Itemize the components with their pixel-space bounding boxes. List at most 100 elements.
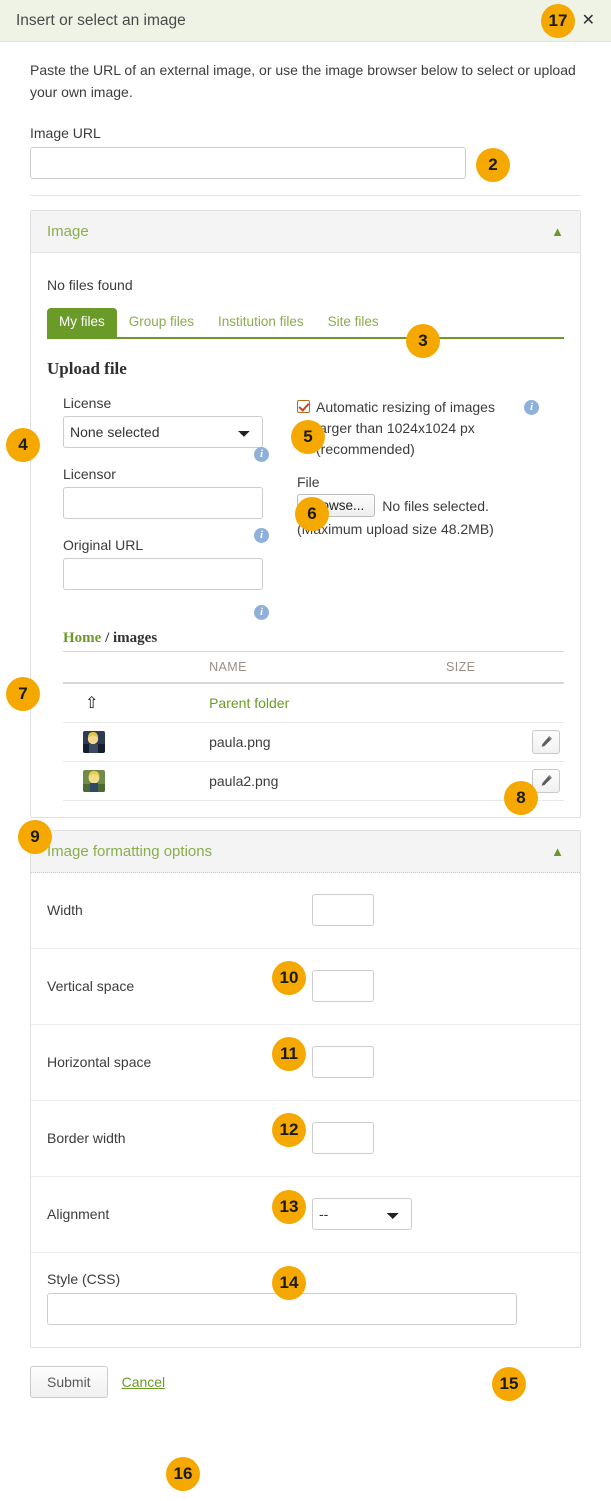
tab-site-files[interactable]: Site files [316, 308, 391, 337]
file-name-cell[interactable]: paula.png [205, 722, 442, 761]
width-label: Width [47, 902, 312, 918]
chevron-up-icon[interactable]: ▲ [551, 845, 564, 858]
column-header-icon [63, 652, 205, 684]
pencil-icon[interactable] [532, 769, 560, 793]
annotation-marker-2: 2 [476, 148, 510, 182]
upload-right-column: Automatic resizing of images larger than… [293, 395, 564, 608]
alignment-select[interactable]: -- [312, 1198, 412, 1230]
image-panel-title: Image [47, 223, 89, 240]
annotation-marker-3: 3 [406, 324, 440, 358]
parent-folder-name-cell: Parent folder [205, 683, 442, 722]
alignment-field-row: Alignment -- [31, 1177, 580, 1253]
column-header-name: NAME [205, 652, 442, 684]
annotation-marker-8: 8 [504, 781, 538, 815]
no-file-selected-text: No files selected. [382, 498, 489, 514]
tab-group-files[interactable]: Group files [117, 308, 206, 337]
horizontal-space-input[interactable] [312, 1046, 374, 1078]
file-name-cell[interactable]: paula2.png [205, 761, 442, 800]
vertical-space-field-row: Vertical space [31, 949, 580, 1025]
vertical-space-input[interactable] [312, 970, 374, 1002]
license-label: License [63, 395, 293, 411]
upload-file-heading: Upload file [47, 359, 564, 379]
intro-text: Paste the URL of an external image, or u… [30, 60, 581, 103]
submit-button[interactable]: Submit [30, 1366, 108, 1398]
modal-body: Paste the URL of an external image, or u… [0, 42, 611, 1348]
style-css-field: Style (CSS) [31, 1253, 580, 1347]
up-arrow-icon[interactable]: ⇧ [67, 693, 98, 713]
info-icon[interactable]: i [524, 400, 539, 415]
annotation-marker-14: 14 [272, 1266, 306, 1300]
parent-folder-actions-cell [528, 683, 564, 722]
border-width-field-row: Border width [31, 1101, 580, 1177]
auto-resize-checkbox[interactable] [297, 400, 310, 413]
file-upload-field: File Browse... No files selected. (Maxim… [297, 474, 564, 537]
column-header-actions [528, 652, 564, 684]
max-upload-size-text: (Maximum upload size 48.2MB) [297, 521, 564, 537]
modal-header: Insert or select an image ✕ [0, 0, 611, 42]
image-thumbnail[interactable] [83, 770, 105, 792]
no-files-message: No files found [47, 277, 564, 293]
table-header-row: NAME SIZE [63, 652, 564, 684]
image-panel-header[interactable]: Image ▲ [31, 211, 580, 253]
breadcrumb-home-link[interactable]: Home [63, 630, 101, 646]
width-field-row: Width [31, 873, 580, 949]
table-row[interactable]: ⇧ Parent folder [63, 683, 564, 722]
tab-institution-files[interactable]: Institution files [206, 308, 316, 337]
annotation-marker-12: 12 [272, 1113, 306, 1147]
breadcrumb-current: images [113, 630, 157, 646]
annotation-marker-13: 13 [272, 1190, 306, 1224]
horizontal-space-field-row: Horizontal space [31, 1025, 580, 1101]
file-table: NAME SIZE ⇧ Parent folder [63, 651, 564, 801]
original-url-input[interactable] [63, 558, 263, 590]
annotation-marker-4: 4 [6, 428, 40, 462]
browse-row: Browse... No files selected. [297, 494, 564, 517]
annotation-marker-11: 11 [272, 1037, 306, 1071]
table-row[interactable]: paula.png [63, 722, 564, 761]
info-icon[interactable]: i [254, 605, 269, 620]
file-actions-cell [528, 722, 564, 761]
breadcrumb-separator: / [101, 630, 113, 646]
file-size-cell [442, 722, 528, 761]
chevron-up-icon[interactable]: ▲ [551, 225, 564, 238]
auto-resize-field: Automatic resizing of images larger than… [297, 397, 564, 460]
divider [30, 195, 581, 196]
original-url-field: Original URL [63, 537, 293, 590]
image-panel-body: No files found My files Group files Inst… [31, 253, 580, 817]
file-source-tabs: My files Group files Institution files S… [47, 309, 564, 339]
image-thumbnail[interactable] [83, 731, 105, 753]
image-url-input[interactable] [30, 147, 466, 179]
border-width-input[interactable] [312, 1122, 374, 1154]
annotation-marker-6: 6 [295, 497, 329, 531]
parent-folder-icon-cell: ⇧ [63, 683, 205, 722]
breadcrumb: Home / images [63, 630, 564, 647]
licensor-field: Licensor [63, 466, 293, 519]
page-title: Insert or select an image [16, 12, 186, 30]
cancel-link[interactable]: Cancel [122, 1374, 166, 1390]
licensor-label: Licensor [63, 466, 293, 482]
formatting-panel-title: Image formatting options [47, 843, 212, 860]
license-field: License None selected [63, 395, 293, 448]
annotation-marker-17: 17 [541, 4, 575, 38]
license-select[interactable]: None selected [63, 416, 263, 448]
pencil-icon[interactable] [532, 730, 560, 754]
parent-folder-link[interactable]: Parent folder [209, 695, 289, 711]
licensor-input[interactable] [63, 487, 263, 519]
annotation-marker-5: 5 [291, 420, 325, 454]
upload-left-column: License None selected Licensor Original … [47, 395, 293, 608]
annotation-marker-7: 7 [6, 677, 40, 711]
formatting-panel: Image formatting options ▲ Width Vertica… [30, 830, 581, 1348]
parent-folder-size-cell [442, 683, 528, 722]
width-input[interactable] [312, 894, 374, 926]
close-icon[interactable]: ✕ [578, 11, 599, 31]
annotation-marker-10: 10 [272, 961, 306, 995]
annotation-marker-15: 15 [492, 1367, 526, 1401]
formatting-panel-body: Width Vertical space Horizontal space Bo… [31, 873, 580, 1347]
formatting-panel-header[interactable]: Image formatting options ▲ [31, 831, 580, 873]
auto-resize-label: Automatic resizing of images larger than… [316, 397, 516, 460]
table-row[interactable]: paula2.png [63, 761, 564, 800]
tab-my-files[interactable]: My files [47, 308, 117, 337]
column-header-size: SIZE [442, 652, 528, 684]
file-label: File [297, 474, 564, 490]
file-browser: Home / images NAME SIZE [47, 630, 564, 801]
file-thumbnail-cell [63, 722, 205, 761]
